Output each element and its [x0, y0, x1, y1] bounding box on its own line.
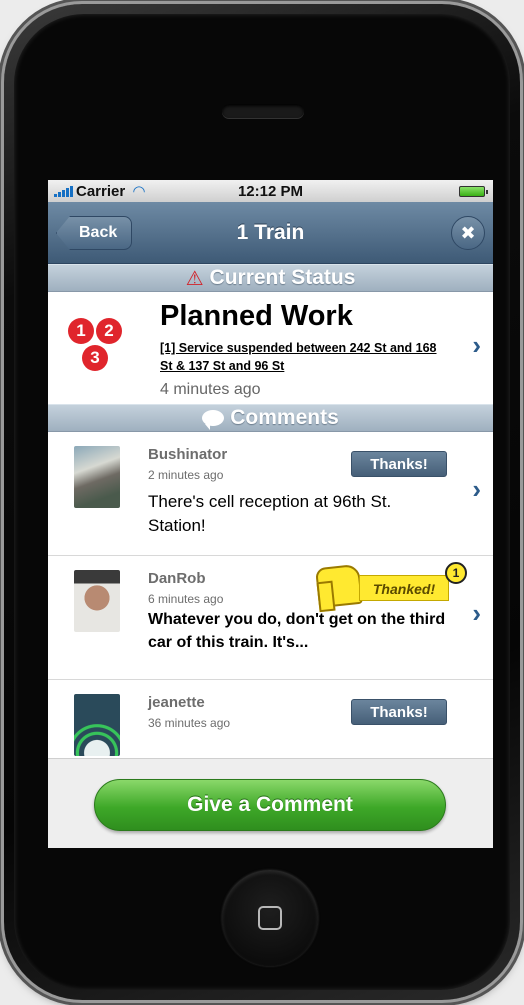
- line-badge-3: 3: [82, 345, 108, 371]
- thanked-button[interactable]: Thanked!: [359, 575, 449, 601]
- comment-text: There's cell reception at 96th St. Stati…: [148, 492, 392, 535]
- comment-item[interactable]: DanRob 6 minutes ago Thanked! 1 Whatever…: [48, 556, 493, 680]
- comment-username: Bushinator: [148, 446, 228, 463]
- comment-timestamp: 6 minutes ago: [148, 592, 224, 606]
- warning-icon: ⚠: [185, 267, 204, 290]
- status-bar: Carrier ◠ 12:12 PM: [48, 180, 493, 202]
- close-button[interactable]: ✖: [451, 216, 485, 250]
- line-badge-1: 1: [68, 318, 94, 344]
- current-status-header: ⚠ Current Status: [48, 264, 493, 292]
- comment-timestamp: 2 minutes ago: [148, 468, 224, 482]
- comment-item[interactable]: Bushinator 2 minutes ago Thanks! There's…: [48, 432, 493, 556]
- comment-username: jeanette: [148, 694, 205, 711]
- back-button[interactable]: Back: [56, 216, 133, 250]
- thanks-button[interactable]: Thanks!: [351, 699, 447, 725]
- avatar: [74, 446, 120, 508]
- line-badge-2: 2: [96, 318, 122, 344]
- comments-header: Comments: [48, 404, 493, 432]
- screen: Carrier ◠ 12:12 PM Back 1 Train ✖ ⚠ Curr…: [48, 180, 493, 848]
- page-title: 1 Train: [236, 220, 305, 244]
- chevron-right-icon: ›: [472, 330, 481, 360]
- comment-username: DanRob: [148, 570, 206, 587]
- thumbs-up-icon: [315, 563, 363, 609]
- comments-label: Comments: [230, 406, 339, 429]
- close-icon: ✖: [460, 223, 476, 243]
- footer-toolbar: Give a Comment: [48, 758, 493, 848]
- avatar: [74, 694, 120, 756]
- navigation-bar: Back 1 Train ✖: [48, 202, 493, 264]
- give-comment-button[interactable]: Give a Comment: [94, 779, 446, 831]
- wifi-icon: ◠: [133, 183, 145, 200]
- status-card[interactable]: 1 2 3 Planned Work [1] Service suspended…: [48, 292, 493, 404]
- earpiece-speaker: [222, 104, 304, 118]
- speech-bubble-icon: [202, 410, 225, 430]
- signal-icon: [54, 185, 73, 197]
- status-timestamp: 4 minutes ago: [160, 381, 261, 398]
- battery-icon: [459, 186, 488, 197]
- home-button[interactable]: [222, 870, 318, 966]
- current-status-label: Current Status: [209, 266, 356, 289]
- home-square-icon: [258, 906, 282, 930]
- thanks-count-badge: 1: [445, 562, 467, 584]
- status-description[interactable]: [1] Service suspended between 242 St and…: [160, 339, 450, 375]
- status-title: Planned Work: [160, 300, 353, 332]
- comment-text: Whatever you do, don't get on the third …: [148, 611, 446, 651]
- thanks-button[interactable]: Thanks!: [351, 451, 447, 477]
- chevron-right-icon: ›: [472, 598, 481, 628]
- avatar: [74, 570, 120, 632]
- comment-timestamp: 36 minutes ago: [148, 716, 231, 730]
- chevron-right-icon: ›: [472, 474, 481, 504]
- carrier-label: Carrier: [76, 182, 126, 200]
